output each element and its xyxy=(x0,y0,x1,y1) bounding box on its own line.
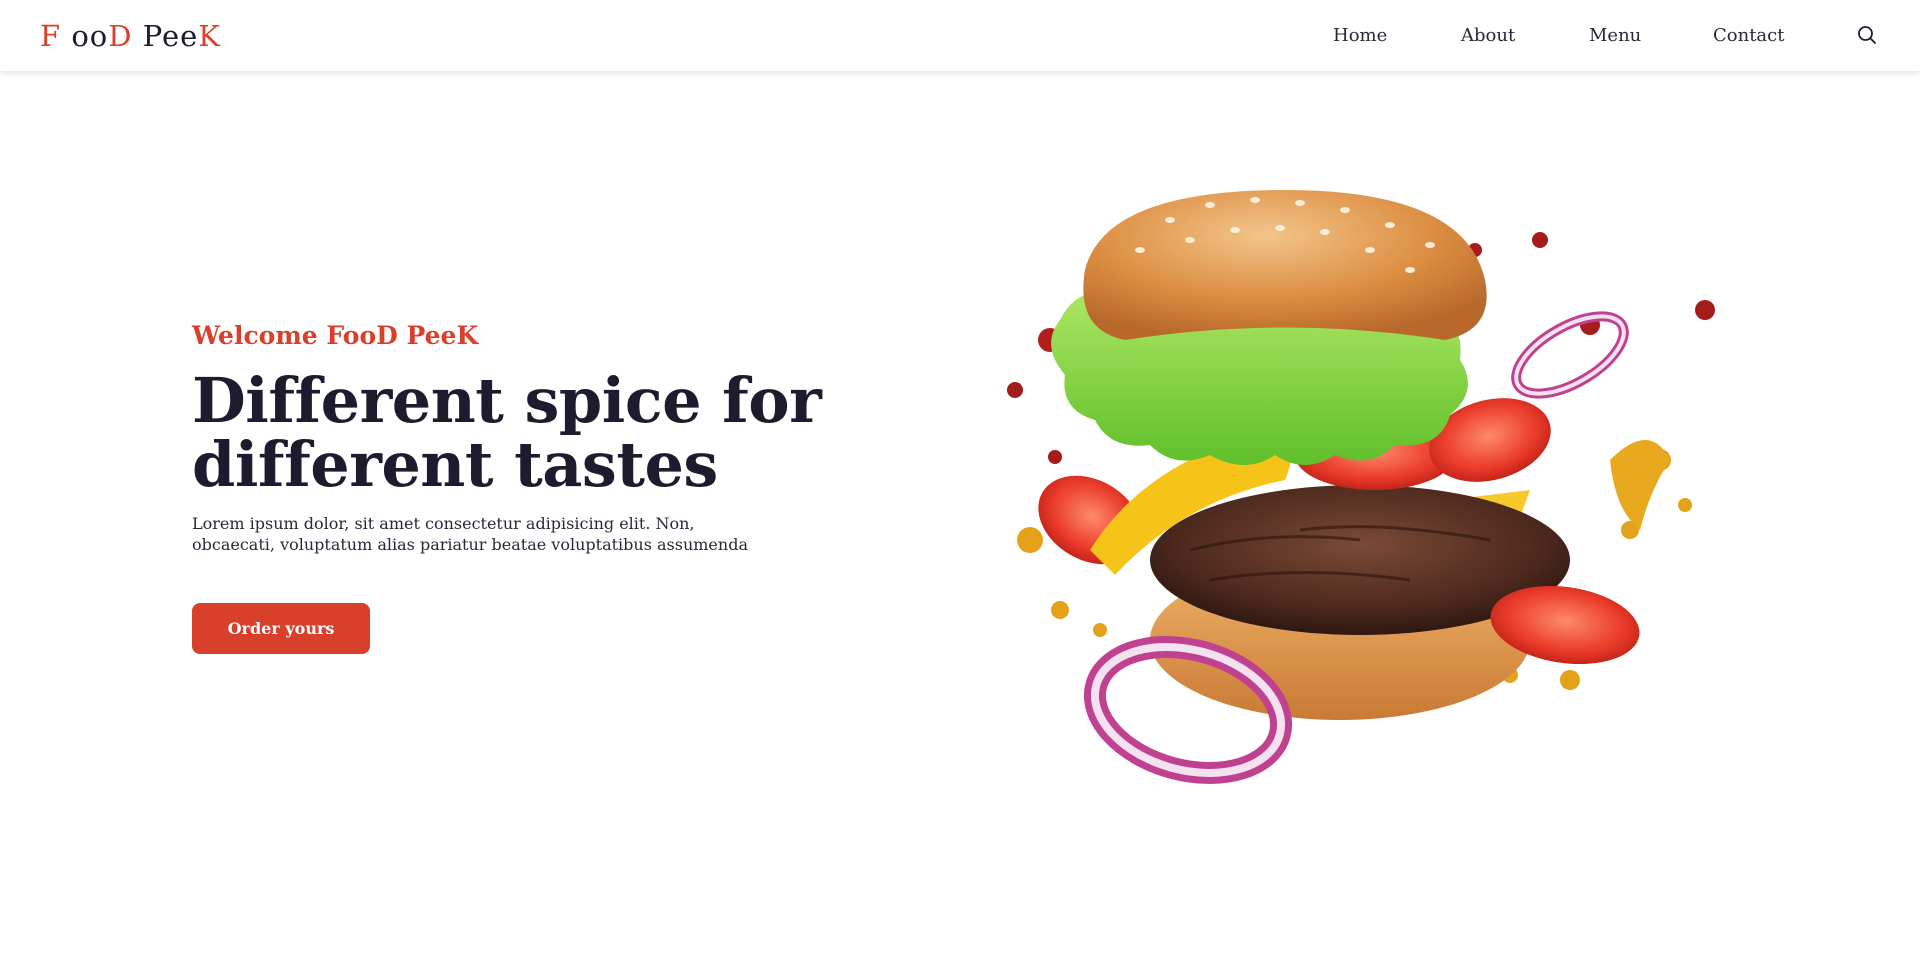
burger-illustration xyxy=(1007,190,1715,784)
search-button[interactable] xyxy=(1855,23,1879,47)
hero-headline-line2: different tastes xyxy=(192,428,718,501)
hero-headline: Different spice for different tastes xyxy=(192,369,952,497)
nav-menu-link[interactable]: Menu xyxy=(1589,24,1641,48)
site-header: F ooD PeeK Home About Menu Contact xyxy=(0,0,1920,71)
nav-home-link[interactable]: Home xyxy=(1333,24,1387,48)
nav-contact-link[interactable]: Contact xyxy=(1713,24,1784,48)
logo-part-f: F xyxy=(40,19,72,53)
hero-description: Lorem ipsum dolor, sit amet consectetur … xyxy=(192,514,748,554)
logo-part-d: D xyxy=(108,19,143,53)
nav-about-link[interactable]: About xyxy=(1461,24,1515,48)
brand-logo[interactable]: F ooD PeeK xyxy=(40,20,221,52)
main-nav: Home About Menu Contact xyxy=(1333,24,1913,48)
hero-burger-image xyxy=(970,170,1730,795)
hero-eyebrow: Welcome FooD PeeK xyxy=(192,321,479,350)
logo-part-oo: oo xyxy=(71,19,109,53)
order-yours-button[interactable]: Order yours xyxy=(192,603,370,654)
onion-ring xyxy=(1511,311,1629,399)
logo-part-k: K xyxy=(198,19,221,53)
hero-headline-line1: Different spice for xyxy=(192,364,822,437)
search-icon xyxy=(1858,26,1876,44)
top-bun xyxy=(1083,190,1487,340)
logo-part-pee: Pee xyxy=(142,19,199,53)
